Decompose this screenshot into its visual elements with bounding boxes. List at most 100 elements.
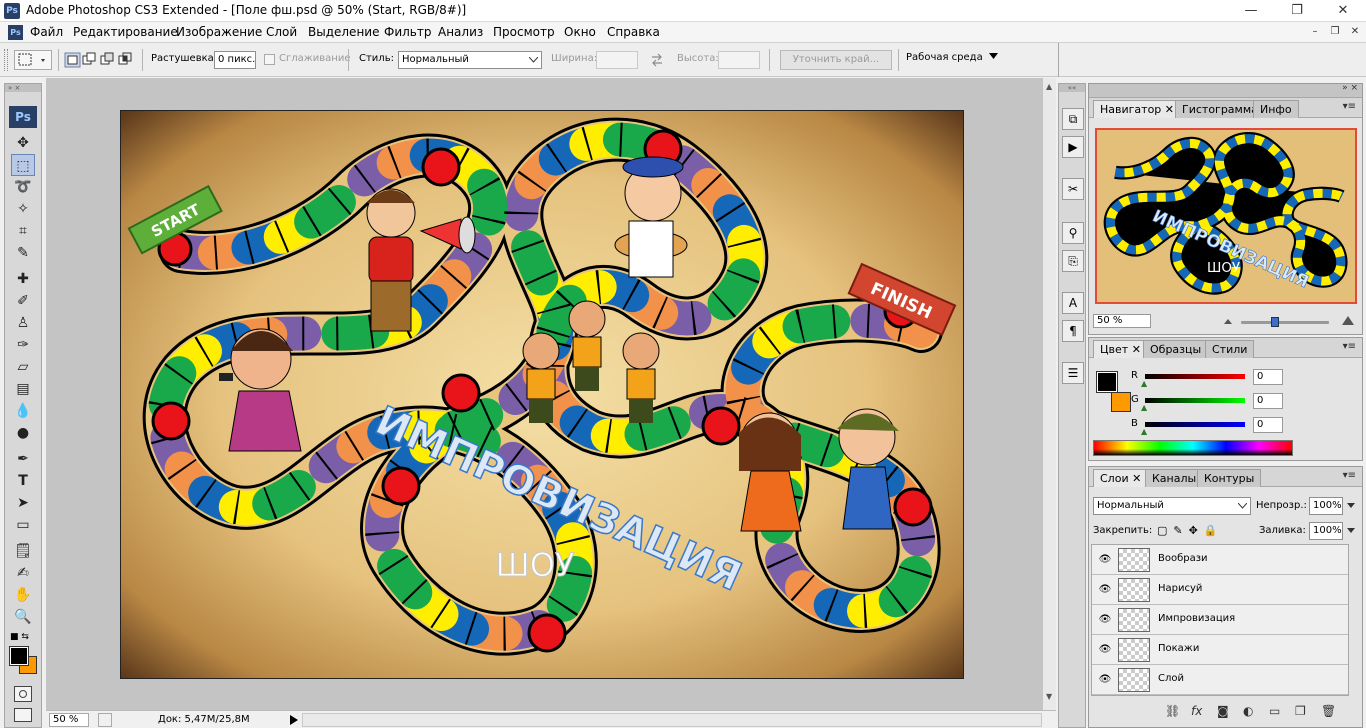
- blur-tool-icon[interactable]: 💧: [11, 400, 35, 422]
- paragraph-panel-icon[interactable]: ¶: [1062, 320, 1084, 342]
- hand-tool-icon[interactable]: ✋: [11, 584, 35, 606]
- add-mask-icon[interactable]: ◙: [1217, 704, 1229, 718]
- layer-row[interactable]: 👁 Вообрази: [1092, 545, 1348, 575]
- zoom-in-icon[interactable]: [1341, 314, 1355, 326]
- b-slider-thumb-icon[interactable]: ▲: [1141, 427, 1147, 436]
- menu-window[interactable]: Окно: [564, 25, 596, 39]
- g-value-input[interactable]: 0: [1253, 393, 1283, 409]
- tool-presets-panel-icon[interactable]: ✂: [1062, 178, 1084, 200]
- navigator-zoom-thumb[interactable]: [1271, 317, 1279, 327]
- magic-wand-tool-icon[interactable]: ✧: [11, 198, 35, 220]
- status-info-icon[interactable]: [98, 713, 112, 727]
- r-slider[interactable]: [1145, 374, 1245, 379]
- menu-image[interactable]: Изображение: [176, 25, 262, 39]
- navigator-zoom-field[interactable]: 50 %: [1093, 314, 1151, 328]
- clone-stamp-tool-icon[interactable]: ♙: [11, 312, 35, 334]
- zoom-tool-icon[interactable]: 🔍: [11, 606, 35, 628]
- link-layers-icon[interactable]: ⛓: [1165, 704, 1180, 718]
- layer-row[interactable]: 👁 Покажи: [1092, 635, 1348, 665]
- status-zoom-field[interactable]: 50 %: [49, 713, 89, 727]
- navigator-thumbnail[interactable]: ИМПРОВИЗАЦИЯ ШОУ: [1095, 128, 1357, 304]
- actions-panel-icon[interactable]: ▶: [1062, 136, 1084, 158]
- menu-analysis[interactable]: Анализ: [438, 25, 483, 39]
- layers-panel-menu-icon[interactable]: ▾≡: [1343, 470, 1356, 481]
- tab-histogram[interactable]: Гистограмма: [1175, 100, 1265, 118]
- layer-visibility-eye-icon[interactable]: 👁: [1096, 551, 1114, 569]
- brush-tool-icon[interactable]: ✐: [11, 290, 35, 312]
- slice-tool-icon[interactable]: ✎: [11, 242, 35, 264]
- menu-file[interactable]: Файл: [30, 25, 63, 39]
- doc-minimize-button[interactable]: –: [1308, 25, 1322, 39]
- dodge-tool-icon[interactable]: ●: [11, 422, 35, 444]
- menu-layer[interactable]: Слой: [266, 25, 297, 39]
- zoom-out-icon[interactable]: [1223, 316, 1233, 326]
- tool-preset-picker[interactable]: [14, 50, 52, 70]
- fill-input[interactable]: 100%: [1309, 522, 1343, 540]
- r-value-input[interactable]: 0: [1253, 369, 1283, 385]
- tab-color[interactable]: Цвет ✕: [1093, 340, 1148, 358]
- layer-style-icon[interactable]: fx: [1191, 704, 1202, 718]
- status-menu-arrow-icon[interactable]: [290, 715, 298, 725]
- new-group-icon[interactable]: ▭: [1269, 704, 1280, 718]
- notes-tool-icon[interactable]: 🗒: [11, 540, 35, 562]
- height-input[interactable]: [718, 51, 760, 69]
- delete-layer-icon[interactable]: 🗑: [1321, 704, 1336, 718]
- refine-edge-button[interactable]: Уточнить край...: [780, 50, 892, 70]
- feather-input[interactable]: 0 пикс.: [214, 51, 256, 69]
- g-slider-thumb-icon[interactable]: ▲: [1141, 403, 1147, 412]
- layer-visibility-eye-icon[interactable]: 👁: [1096, 671, 1114, 689]
- lock-options-icons[interactable]: ▢✎✥🔒: [1157, 524, 1224, 537]
- menu-filter[interactable]: Фильтр: [384, 25, 431, 39]
- move-tool-icon[interactable]: ✥: [11, 132, 35, 154]
- horizontal-scrollbar[interactable]: [302, 713, 1042, 727]
- new-selection-icon[interactable]: [64, 52, 81, 68]
- layer-comps-panel-icon[interactable]: ☰: [1062, 362, 1084, 384]
- layer-row[interactable]: 👁 Слой: [1092, 665, 1348, 695]
- menu-help[interactable]: Справка: [607, 25, 660, 39]
- opacity-arrow-icon[interactable]: [1347, 503, 1355, 509]
- document-canvas[interactable]: START FINISH ИМПРОВИЗАЦИЯ ШОУ: [120, 110, 964, 679]
- pen-tool-icon[interactable]: ✒: [11, 448, 35, 470]
- default-colors-icon[interactable]: ■ ⇆: [10, 632, 29, 642]
- layer-row[interactable]: 👁 Импровизация: [1092, 605, 1348, 635]
- menu-view[interactable]: Просмотр: [493, 25, 555, 39]
- tab-styles[interactable]: Стили: [1205, 340, 1255, 358]
- toolbox-collapse-icon[interactable]: » ×: [5, 84, 41, 92]
- adjustment-layer-icon[interactable]: ◐: [1243, 704, 1253, 718]
- path-selection-tool-icon[interactable]: ➤: [11, 492, 35, 514]
- lasso-tool-icon[interactable]: ➰: [11, 176, 35, 198]
- close-button[interactable]: ✕: [1320, 0, 1366, 22]
- minimize-button[interactable]: —: [1228, 0, 1274, 22]
- tab-info[interactable]: Инфо: [1253, 100, 1299, 118]
- swap-dimensions-icon[interactable]: [650, 53, 664, 67]
- tab-navigator[interactable]: Навигатор ✕: [1093, 100, 1182, 118]
- color-bg-swatch[interactable]: [1111, 392, 1131, 412]
- eraser-tool-icon[interactable]: ▱: [11, 356, 35, 378]
- antialias-checkbox[interactable]: [264, 54, 275, 65]
- dock-close-icon[interactable]: » ×: [1342, 83, 1358, 93]
- history-brush-tool-icon[interactable]: ✑: [11, 334, 35, 356]
- blend-mode-select[interactable]: Нормальный: [1093, 497, 1251, 515]
- intersect-selection-icon[interactable]: [118, 52, 132, 65]
- clone-source-panel-icon[interactable]: ⎘: [1062, 250, 1084, 272]
- add-selection-icon[interactable]: [82, 52, 96, 65]
- doc-restore-button[interactable]: ❐: [1328, 25, 1342, 39]
- r-slider-thumb-icon[interactable]: ▲: [1141, 379, 1147, 388]
- options-grip[interactable]: [4, 49, 8, 71]
- rectangle-shape-tool-icon[interactable]: ▭: [11, 514, 35, 536]
- healing-brush-tool-icon[interactable]: ✚: [11, 268, 35, 290]
- color-panel-menu-icon[interactable]: ▾≡: [1343, 341, 1356, 352]
- menu-edit[interactable]: Редактирование: [73, 25, 178, 39]
- screen-mode-icon[interactable]: [14, 708, 32, 722]
- doc-close-button[interactable]: ✕: [1348, 25, 1362, 39]
- panel-menu-icon[interactable]: ▾≡: [1343, 101, 1356, 112]
- subtract-selection-icon[interactable]: [100, 52, 114, 65]
- color-fg-swatch[interactable]: [1096, 371, 1118, 393]
- character-panel-icon[interactable]: A: [1062, 292, 1084, 314]
- g-slider[interactable]: [1145, 398, 1245, 403]
- rect-marquee-tool-icon[interactable]: ⬚: [11, 154, 35, 176]
- brushes-panel-icon[interactable]: ⚲: [1062, 222, 1084, 244]
- foreground-color-swatch[interactable]: [9, 646, 29, 666]
- history-panel-icon[interactable]: ⧉: [1062, 108, 1084, 130]
- layer-visibility-eye-icon[interactable]: 👁: [1096, 581, 1114, 599]
